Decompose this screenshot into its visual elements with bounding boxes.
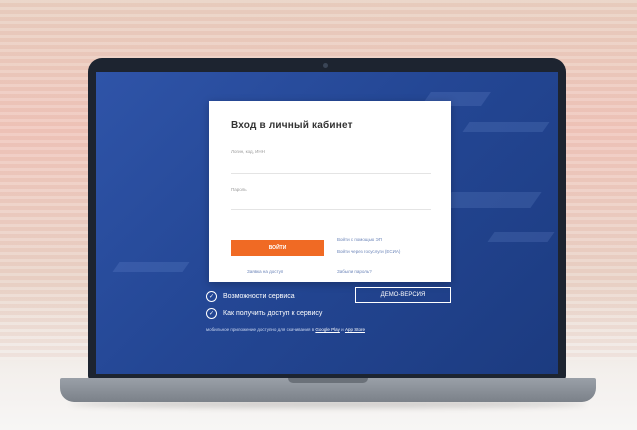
login-field[interactable]	[231, 173, 431, 174]
esia-login-link[interactable]: Войти через госуслуги (ЕСИА)	[337, 249, 400, 254]
feature-capabilities[interactable]: ✓ Возможности сервиса	[206, 291, 295, 302]
mobile-apps-text: мобильное приложение доступно для скачив…	[206, 327, 315, 332]
login-title: Вход в личный кабинет	[231, 120, 353, 131]
signature-login-link[interactable]: Войти с помощью ЭП	[337, 237, 382, 242]
laptop-screen: Вход в личный кабинет Логин, код, ИНН Па…	[96, 72, 558, 374]
mobile-apps-line: мобильное приложение доступно для скачив…	[206, 327, 365, 332]
login-button[interactable]: ВОЙТИ	[231, 240, 324, 256]
bg-streak	[487, 232, 555, 242]
password-field-label: Пароль	[231, 187, 247, 192]
bg-streak	[440, 192, 542, 208]
feature-how-to-access-label: Как получить доступ к сервису	[223, 310, 323, 317]
bg-streak	[112, 262, 190, 272]
login-card: Вход в личный кабинет Логин, код, ИНН Па…	[209, 101, 451, 282]
laptop-base	[60, 378, 596, 402]
camera-icon	[323, 63, 328, 68]
access-request-link[interactable]: Заявка на доступ	[247, 269, 283, 274]
google-play-link[interactable]: Google Play	[315, 327, 340, 332]
laptop-notch	[288, 378, 368, 383]
feature-capabilities-label: Возможности сервиса	[223, 293, 295, 300]
app-store-link[interactable]: App Store	[345, 327, 365, 332]
laptop-lid: Вход в личный кабинет Логин, код, ИНН Па…	[88, 58, 566, 380]
apps-and-text: и	[341, 327, 344, 332]
check-circle-icon: ✓	[206, 308, 217, 319]
demo-version-button[interactable]: ДЕМО-ВЕРСИЯ	[355, 287, 451, 303]
feature-how-to-access[interactable]: ✓ Как получить доступ к сервису	[206, 308, 322, 319]
forgot-password-link[interactable]: Забыли пароль?	[337, 269, 372, 274]
login-field-label: Логин, код, ИНН	[231, 149, 265, 154]
check-circle-icon: ✓	[206, 291, 217, 302]
password-field[interactable]	[231, 209, 431, 210]
bg-streak	[462, 122, 550, 132]
